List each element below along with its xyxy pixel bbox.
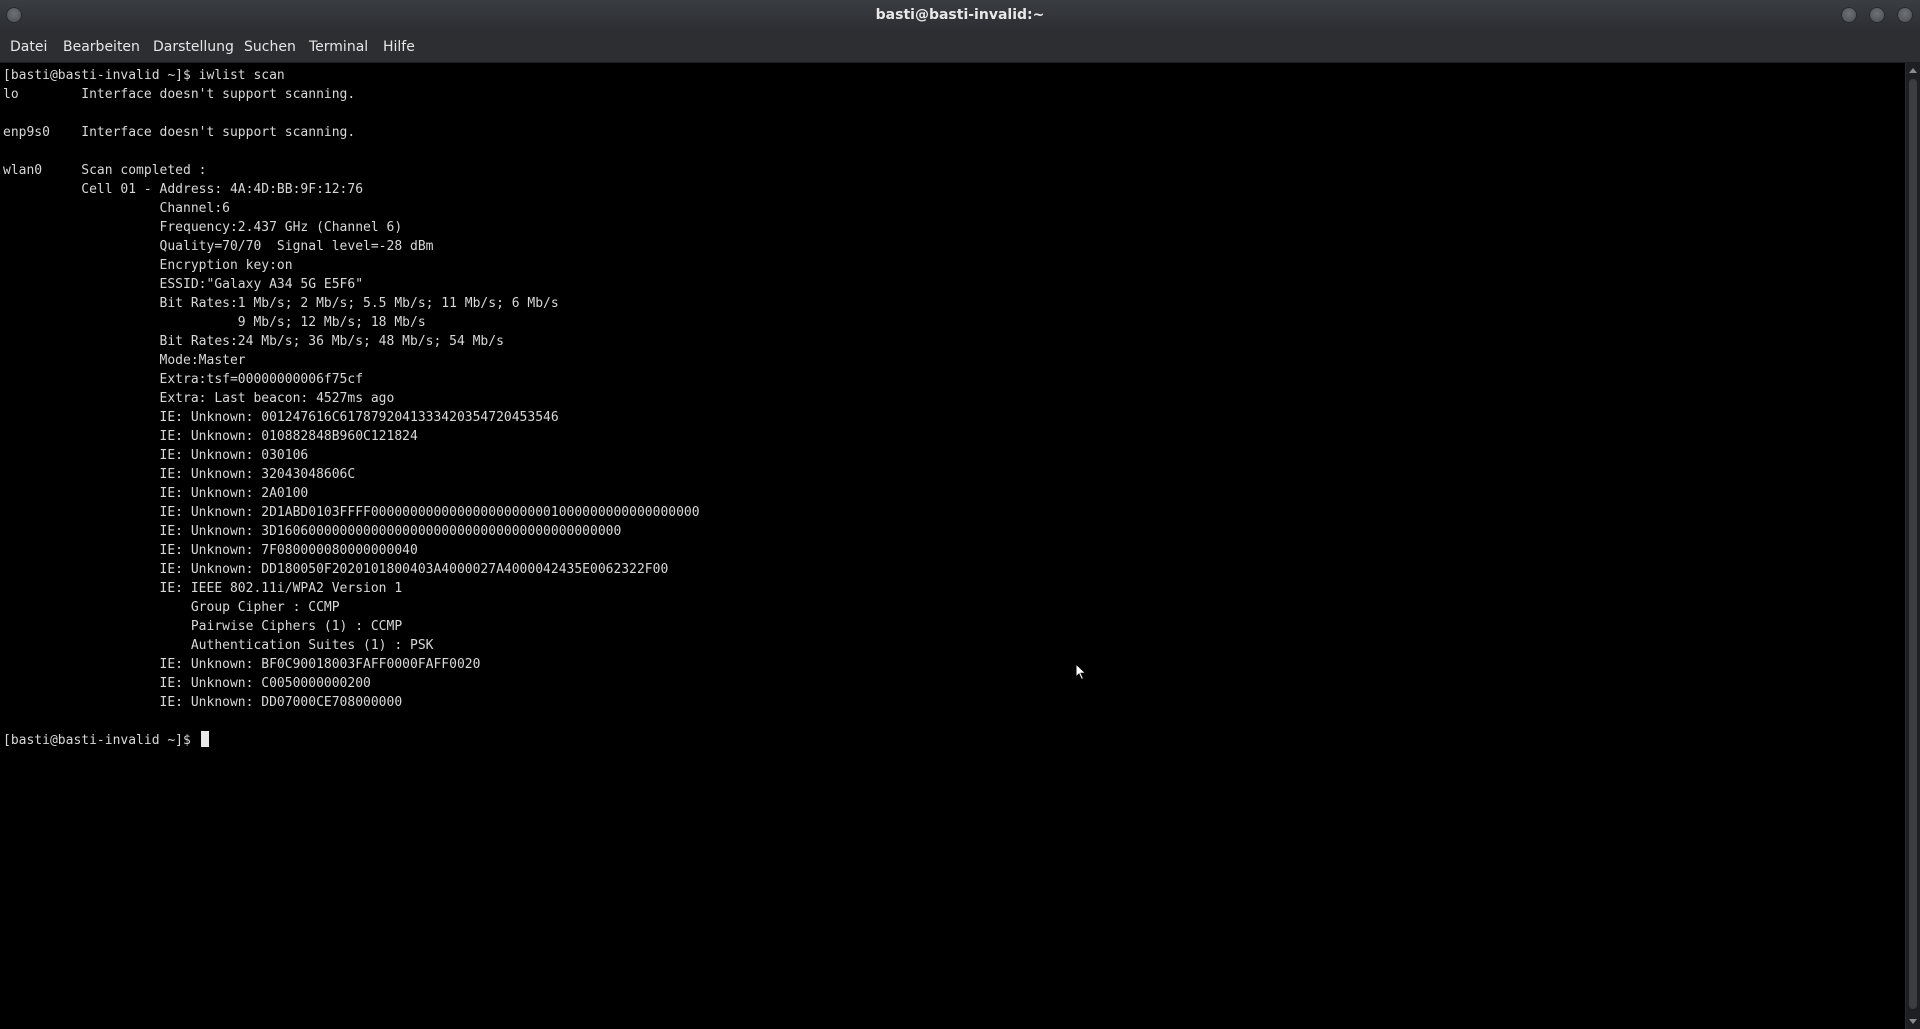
terminal-line: Pairwise Ciphers (1) : CCMP [3, 619, 403, 634]
terminal-line: enp9s0 Interface doesn't support scannin… [3, 125, 356, 140]
terminal-line: Channel:6 [3, 201, 230, 216]
terminal-line: IE: Unknown: 32043048606C [3, 467, 356, 482]
terminal-line: Extra:tsf=00000000006f75cf [3, 372, 364, 387]
terminal-scrollbar[interactable] [1905, 63, 1920, 1029]
menu-terminal[interactable]: Terminal [309, 31, 368, 63]
close-button[interactable] [1897, 7, 1913, 23]
text-cursor [200, 731, 209, 747]
terminal-line: Authentication Suites (1) : PSK [3, 638, 434, 653]
maximize-button[interactable] [1869, 7, 1885, 23]
terminal-line: IE: Unknown: BF0C90018003FAFF0000FAFF002… [3, 657, 481, 672]
terminal-line: wlan0 Scan completed : [3, 163, 207, 178]
menu-darstellung[interactable]: Darstellung [153, 31, 234, 63]
terminal-line: Quality=70/70 Signal level=-28 dBm [3, 239, 434, 254]
terminal-line: IE: Unknown: DD180050F2020101800403A4000… [3, 562, 669, 577]
terminal-line: Encryption key:on [3, 258, 293, 273]
terminal-line: IE: IEEE 802.11i/WPA2 Version 1 [3, 581, 403, 596]
terminal-line: Group Cipher : CCMP [3, 600, 340, 615]
terminal-line: Bit Rates:1 Mb/s; 2 Mb/s; 5.5 Mb/s; 11 M… [3, 296, 559, 311]
terminal-line: IE: Unknown: 2A0100 [3, 486, 309, 501]
terminal-line: ESSID:"Galaxy A34 5G E5F6" [3, 277, 364, 292]
terminal-line: [basti@basti-invalid ~]$ iwlist scan [3, 68, 285, 83]
title-bar[interactable]: basti@basti-invalid:~ [0, 0, 1920, 31]
terminal-line: IE: Unknown: 030106 [3, 448, 309, 463]
terminal-output: [basti@basti-invalid ~]$ iwlist scan lo … [3, 66, 700, 712]
terminal-line: IE: Unknown: 001247616C61787920413334203… [3, 410, 559, 425]
terminal-window: basti@basti-invalid:~ Datei Bearbeiten D… [0, 0, 1920, 1029]
terminal-line: IE: Unknown: 2D1ABD0103FFFF0000000000000… [3, 505, 700, 520]
terminal-line: IE: Unknown: 7F080000080000000040 [3, 543, 418, 558]
terminal-prompt-line[interactable]: [basti@basti-invalid ~]$ [3, 731, 209, 750]
terminal-line: IE: Unknown: DD07000CE708000000 [3, 695, 403, 710]
scroll-down-arrow-icon[interactable] [1909, 1019, 1917, 1024]
terminal-line: IE: Unknown: C0050000000200 [3, 676, 371, 691]
terminal-line: Extra: Last beacon: 4527ms ago [3, 391, 395, 406]
menu-bar: Datei Bearbeiten Darstellung Suchen Term… [0, 31, 1920, 63]
terminal-area[interactable]: [basti@basti-invalid ~]$ iwlist scan lo … [0, 63, 1905, 1029]
terminal-prompt: [basti@basti-invalid ~]$ [3, 733, 199, 748]
menu-datei[interactable]: Datei [10, 31, 47, 63]
terminal-line: IE: Unknown: 010882848B960C121824 [3, 429, 418, 444]
window-title: basti@basti-invalid:~ [875, 7, 1045, 23]
terminal-line: Frequency:2.437 GHz (Channel 6) [3, 220, 403, 235]
scroll-up-arrow-icon[interactable] [1909, 68, 1917, 73]
terminal-line: 9 Mb/s; 12 Mb/s; 18 Mb/s [3, 315, 426, 330]
terminal-line: IE: Unknown: 3D1606000000000000000000000… [3, 524, 622, 539]
terminal-line: Cell 01 - Address: 4A:4D:BB:9F:12:76 [3, 182, 364, 197]
menu-suchen[interactable]: Suchen [244, 31, 296, 63]
scroll-thumb[interactable] [1909, 79, 1917, 1009]
terminal-line: Bit Rates:24 Mb/s; 36 Mb/s; 48 Mb/s; 54 … [3, 334, 504, 349]
minimize-button[interactable] [1841, 7, 1857, 23]
menu-hilfe[interactable]: Hilfe [383, 31, 415, 63]
terminal-line: Mode:Master [3, 353, 246, 368]
terminal-line: lo Interface doesn't support scanning. [3, 87, 356, 102]
menu-bearbeiten[interactable]: Bearbeiten [63, 31, 140, 63]
